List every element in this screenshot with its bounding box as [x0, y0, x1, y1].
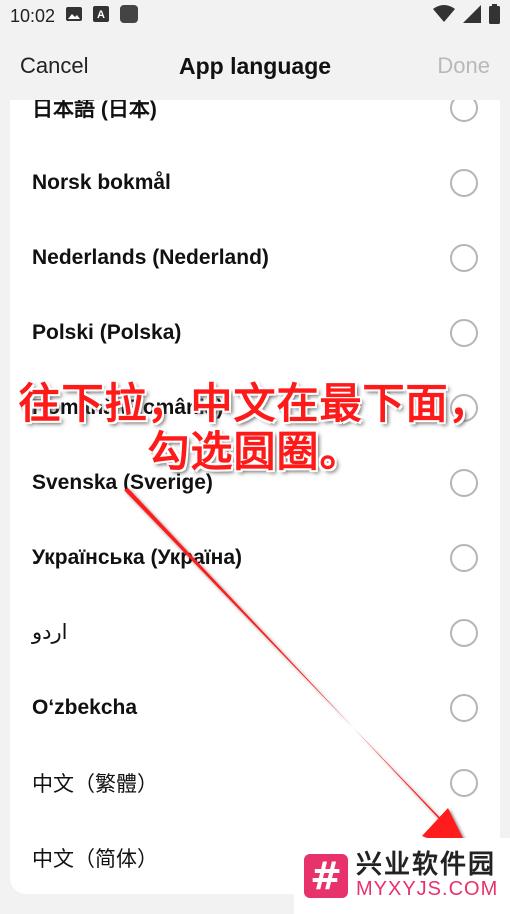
cancel-button[interactable]: Cancel	[20, 53, 88, 79]
radio-button[interactable]	[450, 100, 478, 122]
radio-button[interactable]	[450, 768, 478, 797]
language-option[interactable]: Polski (Polska)	[10, 295, 500, 370]
language-label: Norsk bokmål	[32, 170, 171, 194]
image-icon	[65, 6, 83, 27]
done-button[interactable]: Done	[437, 53, 490, 79]
language-label: Polski (Polska)	[32, 320, 182, 344]
radio-button[interactable]	[450, 393, 478, 422]
watermark-text: 兴业软件园 MYXYJS.COM	[356, 849, 499, 901]
language-label: 中文（繁體）	[32, 772, 158, 796]
svg-text:A: A	[97, 9, 105, 21]
language-label: O‘zbekcha	[32, 695, 138, 719]
radio-button[interactable]	[450, 543, 478, 572]
watermark-logo: # 兴业软件园 MYXYJS.COM	[294, 838, 510, 914]
language-label: Svenska (Sverige)	[32, 470, 213, 494]
app-square-icon	[119, 4, 139, 29]
radio-button[interactable]	[450, 618, 478, 647]
language-option[interactable]: Nederlands (Nederland)	[10, 220, 500, 295]
language-label: اردو	[32, 621, 68, 644]
radio-button[interactable]	[450, 168, 478, 197]
language-option[interactable]: 中文（繁體）	[10, 745, 500, 820]
font-icon: A	[93, 5, 110, 27]
language-label: Українська (Україна)	[32, 545, 243, 569]
radio-button[interactable]	[450, 468, 478, 497]
status-right	[433, 3, 500, 29]
radio-button[interactable]	[450, 693, 478, 722]
wifi-icon	[433, 4, 455, 28]
language-label: Română (România)	[32, 395, 224, 419]
status-time: 10:02	[10, 5, 56, 26]
language-option[interactable]: اردو	[10, 595, 500, 670]
language-label: Nederlands (Nederland)	[32, 245, 269, 269]
radio-button[interactable]	[450, 318, 478, 347]
language-option[interactable]: Українська (Україна)	[10, 520, 500, 595]
language-option[interactable]: Svenska (Sverige)	[10, 445, 500, 520]
watermark-name: 兴业软件园	[356, 849, 497, 880]
language-label: 中文（简体）	[32, 847, 158, 871]
watermark-domain: MYXYJS.COM	[356, 878, 499, 901]
status-bar: 10:02 A	[0, 0, 510, 32]
language-label: 日本語 (日本)	[32, 100, 157, 121]
top-nav-bar: Cancel App language Done	[0, 36, 510, 96]
radio-button[interactable]	[450, 243, 478, 272]
hash-logo-icon: #	[304, 854, 348, 898]
language-option[interactable]: Norsk bokmål	[10, 145, 500, 220]
signal-icon	[463, 4, 481, 28]
language-option[interactable]: O‘zbekcha	[10, 670, 500, 745]
language-list-card: 日本語 (日本) Norsk bokmål Nederlands (Nederl…	[10, 100, 500, 894]
language-option[interactable]: Română (România)	[10, 370, 500, 445]
language-option[interactable]: 日本語 (日本)	[10, 100, 500, 145]
status-left: 10:02 A	[10, 4, 139, 29]
battery-icon	[489, 3, 500, 29]
language-list[interactable]: 日本語 (日本) Norsk bokmål Nederlands (Nederl…	[10, 100, 500, 894]
